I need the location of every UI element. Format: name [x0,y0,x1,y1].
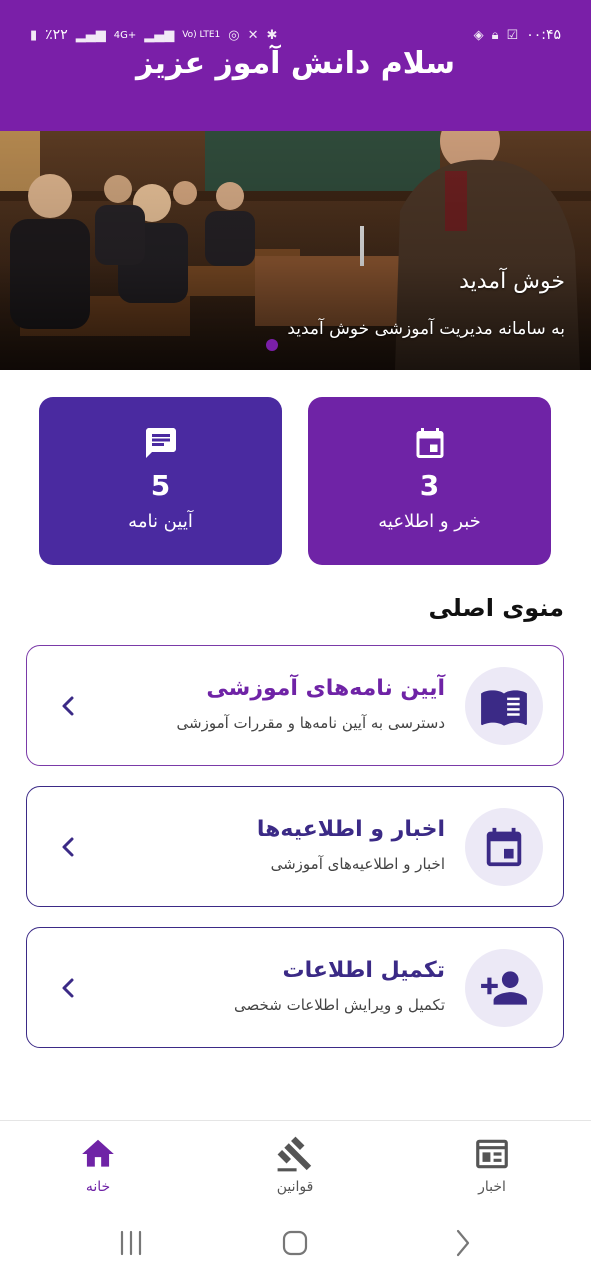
stat-card-regulations[interactable]: 5 آیین نامه [39,397,282,565]
stat-card-news[interactable]: 3 خبر و اطلاعیه [308,397,551,565]
recent-apps-icon[interactable] [116,1228,146,1258]
hero-title: خوش آمدید [459,269,565,294]
menu-icon-wrap [465,949,543,1027]
menu-subtitle-news: اخبار و اطلاعیه‌های آموزشی [270,855,445,873]
nav-rules-label: قوانین [276,1179,314,1195]
home-icon [82,1139,114,1167]
nav-home-label: خانه [85,1179,111,1195]
hero-subtitle: به سامانه مدیریت آموزشی خوش آمدید [287,319,565,339]
menu-title-regulations: آیین نامه‌های آموزشی [206,676,445,701]
app-header: ▮ ٪۲۲ ▂▄▆ 4G+ ▂▄▆ Vo) LTE1 ◎ ✕ ✱ ◈ 🔒︎ ☑ … [0,0,591,131]
chevron-left-icon [62,696,74,716]
chevron-left-icon [62,978,74,998]
menu-icon-wrap [465,808,543,886]
stat-value-regulations: 5 [150,469,171,502]
stat-label-regulations: آیین نامه [128,511,193,532]
nav-rules[interactable]: قوانین [235,1135,355,1195]
book-icon [481,690,527,726]
carousel-indicator[interactable] [266,339,278,351]
signal-icon: ▂▄▆ [75,27,106,43]
menu-subtitle-profile: تکمیل و ویرایش اطلاعات شخصی [234,996,445,1014]
calendar-icon [486,827,522,867]
network-label-2: Vo) LTE1 [182,30,221,40]
nav-news[interactable]: اخبار [432,1135,552,1195]
menu-item-news[interactable]: اخبار و اطلاعیه‌ها اخبار و اطلاعیه‌های آ… [26,786,564,907]
hero-banner[interactable]: خوش آمدید به سامانه مدیریت آموزشی خوش آم… [0,131,591,370]
add-user-icon [481,971,527,1005]
signal-icon-2: ▂▄▆ [144,27,175,43]
status-left: ▮ ٪۲۲ ▂▄▆ 4G+ ▂▄▆ Vo) LTE1 ◎ ✕ ✱ [30,27,277,43]
menu-title-news: اخبار و اطلاعیه‌ها [256,817,445,842]
stat-label-news: خبر و اطلاعیه [378,511,481,532]
nav-news-label: اخبار [478,1179,506,1195]
stat-value-news: 3 [419,469,440,502]
network-label-1: 4G+ [113,29,137,41]
mute-icon: ✕ [247,27,259,43]
menu-item-regulations[interactable]: آیین نامه‌های آموزشی دسترسی به آیین نامه… [26,645,564,766]
battery-icon: ▮ [30,27,38,43]
gavel-icon [277,1136,312,1172]
menu-subtitle-regulations: دسترسی به آیین نامه‌ها و مقررات آموزشی [176,714,445,732]
menu-title-profile: تکمیل اطلاعات [282,958,445,983]
calendar-icon [416,428,444,458]
bottom-navigation: خانه قوانین اخبار [0,1120,591,1210]
menu-icon-wrap [465,667,543,745]
lock-icon: 🔒︎ [491,27,499,43]
nav-home[interactable]: خانه [38,1135,158,1195]
nfc-icon: ◈ [473,27,484,43]
system-navigation-bar [0,1210,591,1280]
chevron-left-icon [62,837,74,857]
clock-time: ۰۰:۴۵ [526,27,561,43]
newspaper-icon [476,1139,508,1169]
section-title: منوی اصلی [428,594,564,622]
battery-level: ٪۲۲ [45,27,68,43]
bluetooth-icon: ✱ [266,27,278,43]
back-icon[interactable] [448,1228,478,1258]
home-button-icon[interactable] [280,1228,310,1258]
status-right: ◈ 🔒︎ ☑ ۰۰:۴۵ [474,27,561,43]
hotspot-icon: ◎ [228,27,240,43]
chat-icon [146,428,176,458]
menu-item-profile[interactable]: تکمیل اطلاعات تکمیل و ویرایش اطلاعات شخص… [26,927,564,1048]
check-icon: ☑ [506,27,519,43]
page-title: سلام دانش آموز عزیز [136,46,455,81]
